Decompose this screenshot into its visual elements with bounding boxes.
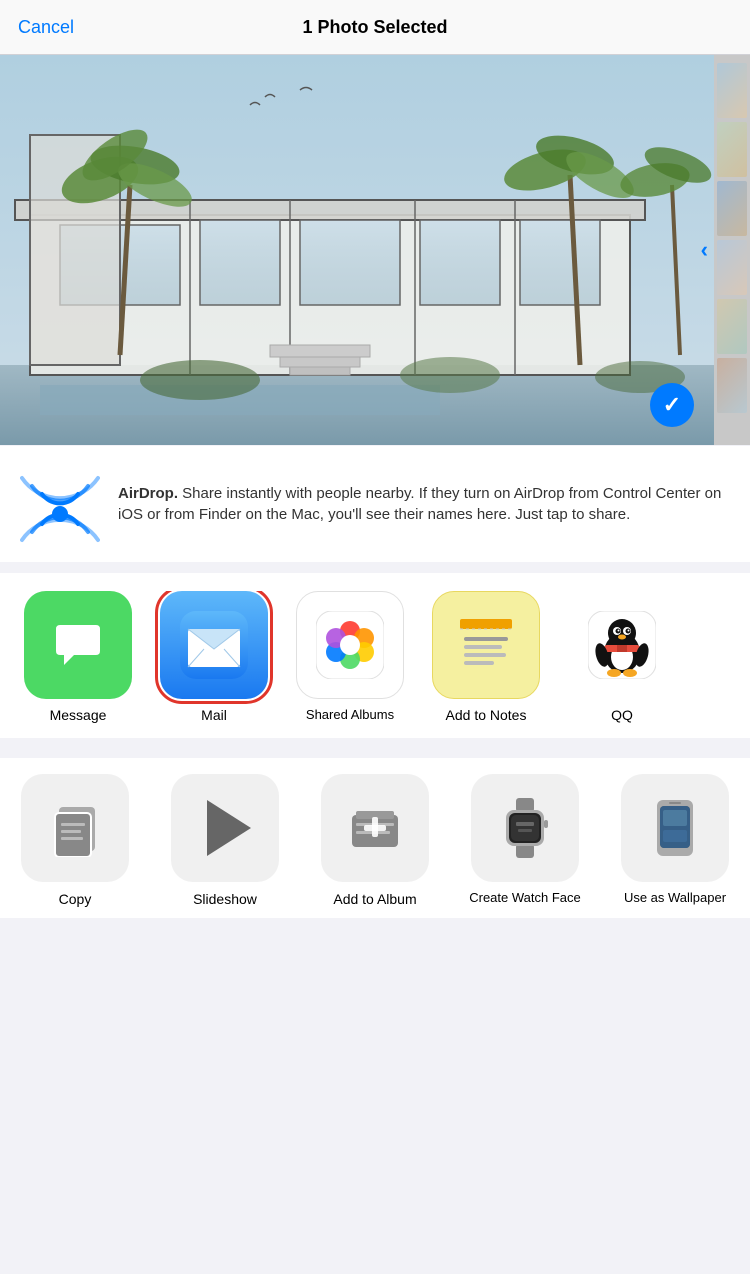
app-message[interactable]: Message bbox=[14, 591, 142, 724]
bottom-safe-area bbox=[0, 918, 750, 938]
header: Cancel 1 Photo Selected bbox=[0, 0, 750, 55]
photos-icon-svg bbox=[316, 611, 384, 679]
action-slideshow-label: Slideshow bbox=[193, 890, 257, 908]
play-icon bbox=[207, 800, 251, 856]
thumbnail-item[interactable] bbox=[717, 358, 747, 413]
app-mail[interactable]: Mail bbox=[150, 591, 278, 724]
photo-selected-checkmark bbox=[650, 383, 694, 427]
thumbnail-item[interactable] bbox=[717, 299, 747, 354]
app-add-to-notes[interactable]: Add to Notes bbox=[422, 591, 550, 724]
copy-icon-svg bbox=[49, 799, 101, 857]
app-shared-albums[interactable]: Shared Albums bbox=[286, 591, 414, 724]
airdrop-section: AirDrop. Share instantly with people nea… bbox=[0, 446, 750, 562]
mail-icon-svg bbox=[180, 611, 248, 679]
app-qq-label: QQ bbox=[611, 707, 633, 724]
thumbnail-item[interactable] bbox=[717, 181, 747, 236]
airdrop-icon bbox=[20, 464, 100, 544]
watch-icon-svg bbox=[502, 798, 548, 858]
actions-section: Copy Slideshow Add to Album bbox=[0, 758, 750, 918]
message-app-icon bbox=[24, 591, 132, 699]
thumbnail-item[interactable] bbox=[717, 240, 747, 295]
add-to-album-icon-svg bbox=[348, 801, 402, 855]
app-qq[interactable]: QQ bbox=[558, 591, 686, 724]
app-message-label: Message bbox=[50, 707, 107, 724]
thumbnail-item[interactable] bbox=[717, 63, 747, 118]
photo-illustration bbox=[0, 55, 718, 445]
message-icon-svg bbox=[44, 611, 112, 679]
use-as-wallpaper-icon-box bbox=[621, 774, 729, 882]
apps-row: Message bbox=[0, 591, 700, 724]
action-add-to-album[interactable]: Add to Album bbox=[300, 774, 450, 908]
action-create-watch-face[interactable]: Create Watch Face bbox=[450, 774, 600, 908]
mail-app-icon bbox=[160, 591, 268, 699]
section-divider-2 bbox=[0, 738, 750, 748]
photo-thumbnail-strip bbox=[714, 55, 750, 445]
copy-icon-box bbox=[21, 774, 129, 882]
create-watch-face-icon-box bbox=[471, 774, 579, 882]
app-mail-label: Mail bbox=[201, 707, 227, 724]
cancel-button[interactable]: Cancel bbox=[18, 17, 74, 38]
app-shared-albums-label: Shared Albums bbox=[306, 707, 394, 723]
chevron-left-icon[interactable]: ‹ bbox=[701, 237, 708, 263]
action-add-to-album-label: Add to Album bbox=[333, 890, 416, 908]
wallpaper-icon-svg bbox=[653, 798, 697, 858]
action-use-as-wallpaper-label: Use as Wallpaper bbox=[624, 890, 726, 907]
main-photo[interactable] bbox=[0, 55, 718, 445]
qq-icon-svg bbox=[588, 611, 656, 679]
action-copy[interactable]: Copy bbox=[0, 774, 150, 908]
action-copy-label: Copy bbox=[59, 890, 92, 908]
action-slideshow[interactable]: Slideshow bbox=[150, 774, 300, 908]
action-use-as-wallpaper[interactable]: Use as Wallpaper bbox=[600, 774, 750, 908]
action-create-watch-face-label: Create Watch Face bbox=[469, 890, 581, 907]
photos-app-icon bbox=[296, 591, 404, 699]
apps-section: Message bbox=[0, 573, 750, 738]
notes-app-icon bbox=[432, 591, 540, 699]
add-to-album-icon-box bbox=[321, 774, 429, 882]
app-notes-label: Add to Notes bbox=[446, 707, 527, 724]
page-title: 1 Photo Selected bbox=[302, 17, 447, 38]
thumbnail-item[interactable] bbox=[717, 122, 747, 177]
slideshow-icon-box bbox=[171, 774, 279, 882]
photo-area: ‹ bbox=[0, 55, 750, 445]
qq-app-icon bbox=[568, 591, 676, 699]
section-divider bbox=[0, 562, 750, 572]
airdrop-description: AirDrop. Share instantly with people nea… bbox=[118, 483, 730, 525]
notes-icon-svg bbox=[452, 611, 520, 679]
